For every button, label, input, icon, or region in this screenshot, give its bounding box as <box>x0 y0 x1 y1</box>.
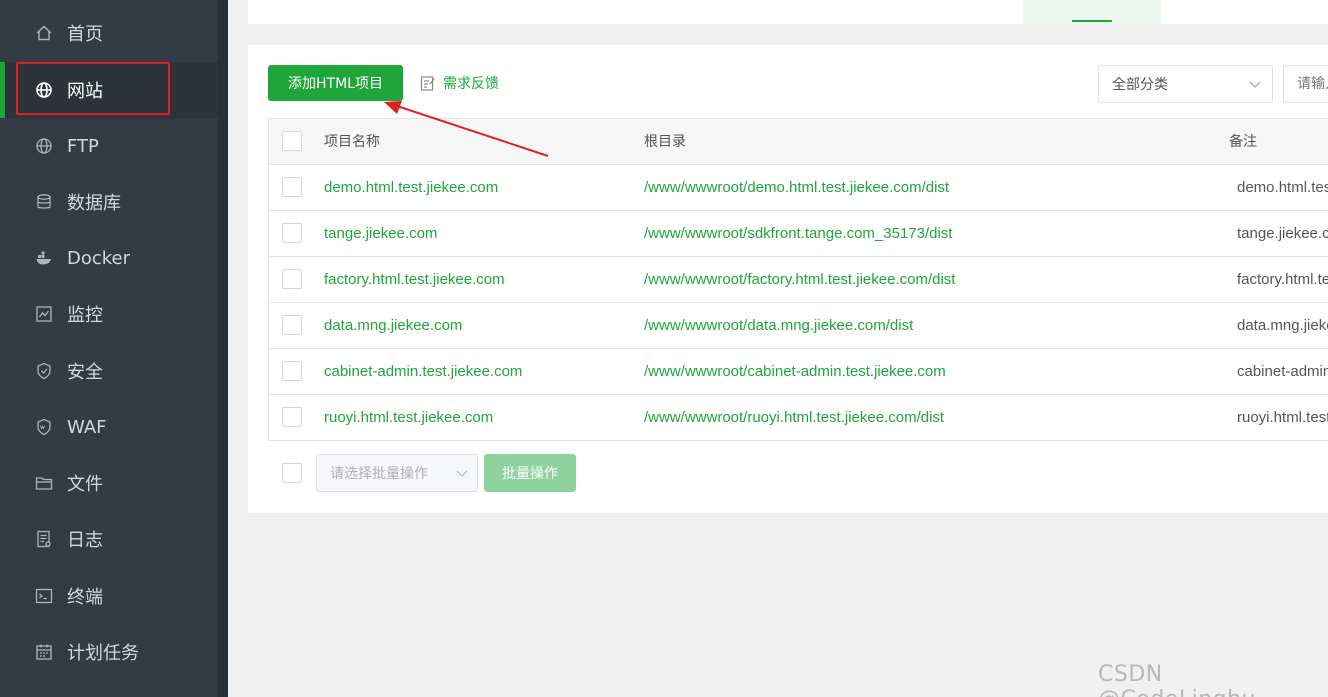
sidebar-item-label: Docker <box>67 247 131 269</box>
table-row: factory.html.test.jiekee.com /www/wwwroo… <box>269 257 1328 303</box>
table-row: demo.html.test.jiekee.com /www/wwwroot/d… <box>269 165 1328 211</box>
shield-icon <box>35 362 53 380</box>
project-note[interactable]: demo.html.test.jiekee.com <box>1237 165 1328 211</box>
project-note[interactable]: ruoyi.html.test.jiekee.com <box>1237 395 1328 441</box>
watermark-text: CSDN @CodeLinghu <box>1098 662 1256 697</box>
sidebar-item-label: 终端 <box>67 587 103 608</box>
root-path-link[interactable]: /www/wwwroot/cabinet-admin.test.jiekee.c… <box>644 349 1204 395</box>
sidebar-item-logs[interactable]: 日志 <box>0 511 218 567</box>
feedback-label: 需求反馈 <box>443 76 499 92</box>
batch-operation-select[interactable]: 请选择批量操作 <box>316 454 478 492</box>
project-name-link[interactable]: data.mng.jiekee.com <box>324 303 624 349</box>
sidebar-item-label: 首页 <box>67 24 103 45</box>
sidebar-item-label: 计划任务 <box>67 643 139 664</box>
top-tab-strip <box>248 0 1328 24</box>
chevron-down-icon <box>455 466 469 480</box>
sidebar-item-database[interactable]: 数据库 <box>0 174 218 230</box>
table-row: tange.jiekee.com /www/wwwroot/sdkfront.t… <box>269 211 1328 257</box>
project-name-link[interactable]: tange.jiekee.com <box>324 211 624 257</box>
globe-icon <box>35 81 53 99</box>
sidebar-item-label: 网站 <box>67 81 103 102</box>
sidebar-item-label: 监控 <box>67 305 103 326</box>
folder-icon <box>35 474 53 492</box>
sidebar-item-label: 安全 <box>67 362 103 383</box>
root-path-link[interactable]: /www/wwwroot/sdkfront.tange.com_35173/di… <box>644 211 1204 257</box>
sidebar-item-label: WAF <box>67 416 107 438</box>
project-name-link[interactable]: factory.html.test.jiekee.com <box>324 257 624 303</box>
root-path-link[interactable]: /www/wwwroot/demo.html.test.jiekee.com/d… <box>644 165 1204 211</box>
row-checkbox[interactable] <box>282 177 302 197</box>
sidebar-item-security[interactable]: 安全 <box>0 343 218 399</box>
column-header-root[interactable]: 根目录 <box>644 119 1204 165</box>
project-note[interactable]: tange.jiekee.com <box>1237 211 1328 257</box>
sidebar-item-website[interactable]: 网站 <box>0 62 218 118</box>
column-header-note[interactable]: 备注 <box>1229 119 1328 165</box>
batch-operation-button[interactable]: 批量操作 <box>484 454 576 492</box>
category-select[interactable]: 全部分类 <box>1098 65 1273 103</box>
sidebar: 首页 网站 FTP 数据库 Docker 监控 安全 WAF 文件 日志 终端 … <box>0 0 218 697</box>
select-all-checkbox[interactable] <box>282 131 302 151</box>
root-path-link[interactable]: /www/wwwroot/factory.html.test.jiekee.co… <box>644 257 1204 303</box>
calendar-icon <box>35 643 53 661</box>
sidebar-item-cron[interactable]: 计划任务 <box>0 624 218 680</box>
ftp-globe-icon <box>35 137 53 155</box>
root-path-link[interactable]: /www/wwwroot/ruoyi.html.test.jiekee.com/… <box>644 395 1204 441</box>
table-row: cabinet-admin.test.jiekee.com /www/wwwro… <box>269 349 1328 395</box>
sidebar-item-docker[interactable]: Docker <box>0 230 218 286</box>
active-tab-indicator <box>1072 20 1112 22</box>
sidebar-item-files[interactable]: 文件 <box>0 455 218 511</box>
row-checkbox[interactable] <box>282 361 302 381</box>
sidebar-item-terminal[interactable]: 终端 <box>0 568 218 624</box>
sidebar-item-label: FTP <box>67 135 99 157</box>
project-name-link[interactable]: ruoyi.html.test.jiekee.com <box>324 395 624 441</box>
row-checkbox[interactable] <box>282 223 302 243</box>
sidebar-item-waf[interactable]: WAF <box>0 399 218 455</box>
waf-shield-icon <box>35 418 53 436</box>
monitor-icon <box>35 305 53 323</box>
sidebar-item-ftp[interactable]: FTP <box>0 118 218 174</box>
row-checkbox[interactable] <box>282 315 302 335</box>
main-panel: 添加HTML项目 需求反馈 全部分类 项目名称 根目录 备注 demo.html… <box>248 45 1328 513</box>
column-header-name[interactable]: 项目名称 <box>324 119 624 165</box>
project-table: 项目名称 根目录 备注 demo.html.test.jiekee.com /w… <box>268 118 1328 441</box>
sidebar-item-label: 数据库 <box>67 193 121 214</box>
database-icon <box>35 193 53 211</box>
sidebar-item-label: 文件 <box>67 474 103 495</box>
terminal-icon <box>35 587 53 605</box>
project-note[interactable]: cabinet-admin.test.jiekee.com <box>1237 349 1328 395</box>
sidebar-item-home[interactable]: 首页 <box>0 5 218 61</box>
root-path-link[interactable]: /www/wwwroot/data.mng.jiekee.com/dist <box>644 303 1204 349</box>
sidebar-divider <box>218 0 228 697</box>
project-name-link[interactable]: cabinet-admin.test.jiekee.com <box>324 349 624 395</box>
feedback-link[interactable]: 需求反馈 <box>420 73 499 93</box>
batch-select-all-checkbox[interactable] <box>282 463 302 483</box>
chevron-down-icon <box>1248 77 1262 91</box>
search-input[interactable] <box>1283 65 1328 103</box>
docker-icon <box>35 249 53 267</box>
table-row: data.mng.jiekee.com /www/wwwroot/data.mn… <box>269 303 1328 349</box>
table-header: 项目名称 根目录 备注 <box>269 119 1328 165</box>
table-row: ruoyi.html.test.jiekee.com /www/wwwroot/… <box>269 395 1328 441</box>
row-checkbox[interactable] <box>282 407 302 427</box>
project-note[interactable]: data.mng.jiekee.com <box>1237 303 1328 349</box>
project-name-link[interactable]: demo.html.test.jiekee.com <box>324 165 624 211</box>
sidebar-item-label: 日志 <box>67 530 103 551</box>
project-note[interactable]: factory.html.test.jiekee.com <box>1237 257 1328 303</box>
batch-operation-placeholder: 请选择批量操作 <box>330 466 428 482</box>
home-icon <box>35 24 53 42</box>
sidebar-item-monitor[interactable]: 监控 <box>0 286 218 342</box>
add-html-project-button[interactable]: 添加HTML项目 <box>268 65 403 101</box>
edit-note-icon <box>420 75 436 91</box>
row-checkbox[interactable] <box>282 269 302 289</box>
category-select-value: 全部分类 <box>1112 77 1168 93</box>
log-icon <box>35 530 53 548</box>
